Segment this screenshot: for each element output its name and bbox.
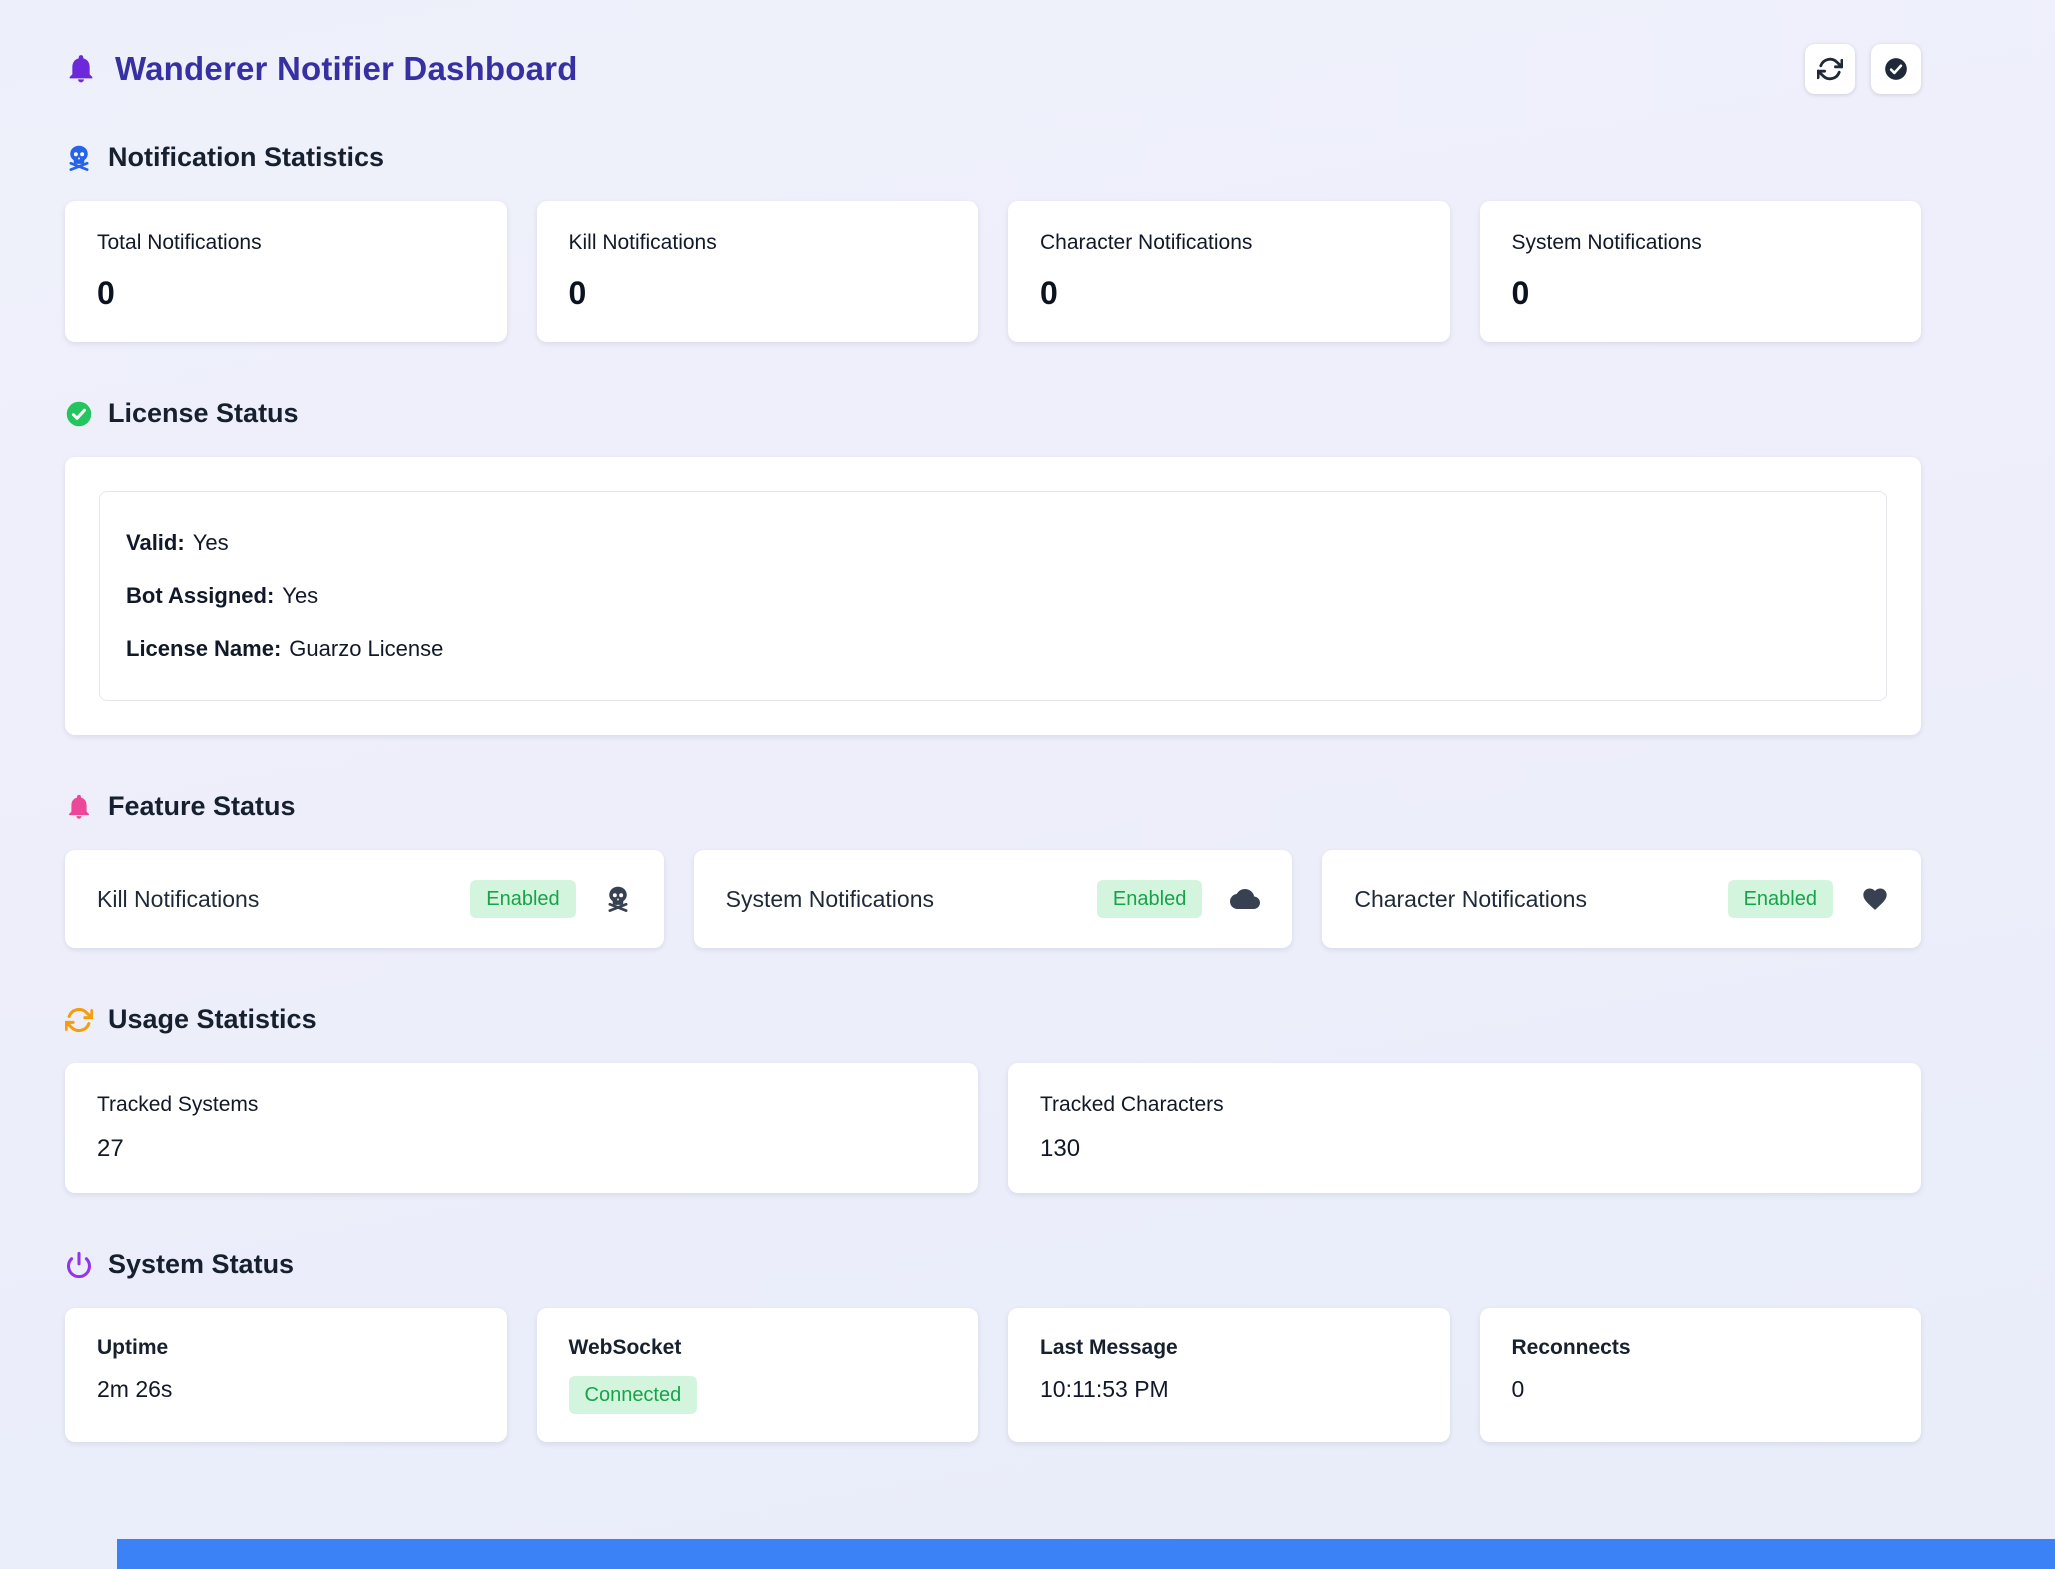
- status-badge: Enabled: [1097, 880, 1202, 918]
- usage-card-label: Tracked Characters: [1040, 1093, 1889, 1117]
- feature-card-label: Kill Notifications: [97, 886, 259, 913]
- usage-card-systems: Tracked Systems 27: [65, 1063, 978, 1193]
- section-notification-statistics: Notification Statistics Total Notificati…: [65, 142, 1921, 342]
- section-title: License Status: [65, 398, 1921, 429]
- refresh-icon: [1817, 56, 1843, 82]
- feature-card-right: Enabled: [1097, 880, 1260, 918]
- section-title-text: Notification Statistics: [108, 142, 384, 173]
- check-circle-icon: [65, 400, 93, 428]
- stat-card-character: Character Notifications 0: [1008, 201, 1450, 342]
- header-actions: [1805, 44, 1921, 94]
- license-field-value: Yes: [193, 530, 229, 555]
- page-title: Wanderer Notifier Dashboard: [115, 50, 578, 88]
- usage-card-label: Tracked Systems: [97, 1093, 946, 1117]
- cloud-icon: [1230, 884, 1260, 914]
- feature-card-character: Character Notifications Enabled: [1322, 850, 1921, 948]
- stat-card-label: Kill Notifications: [569, 231, 947, 255]
- section-title-text: License Status: [108, 398, 299, 429]
- feature-card-label: System Notifications: [726, 886, 934, 913]
- system-cards-row: Uptime 2m 26s WebSocket Connected Last M…: [65, 1308, 1921, 1442]
- stat-card-label: System Notifications: [1512, 231, 1890, 255]
- connection-status-badge: Connected: [569, 1376, 698, 1414]
- system-card-websocket: WebSocket Connected: [537, 1308, 979, 1442]
- system-card-label: Last Message: [1040, 1336, 1418, 1360]
- stat-card-value: 0: [97, 275, 475, 312]
- status-badge: Enabled: [1728, 880, 1833, 918]
- bell-icon: [65, 793, 93, 821]
- system-card-label: WebSocket: [569, 1336, 947, 1360]
- section-title: Feature Status: [65, 791, 1921, 822]
- header-left: Wanderer Notifier Dashboard: [65, 50, 578, 88]
- dashboard-page: Wanderer Notifier Dashboard Notification…: [0, 0, 2055, 1442]
- section-title: System Status: [65, 1249, 1921, 1280]
- check-circle-icon: [1883, 56, 1909, 82]
- skull-crossbones-icon: [604, 885, 632, 913]
- stat-card-system: System Notifications 0: [1480, 201, 1922, 342]
- section-title-text: Usage Statistics: [108, 1004, 317, 1035]
- system-card-value: 10:11:53 PM: [1040, 1376, 1418, 1403]
- section-title-text: System Status: [108, 1249, 294, 1280]
- section-system-status: System Status Uptime 2m 26s WebSocket Co…: [65, 1249, 1921, 1442]
- refresh-icon: [65, 1006, 93, 1034]
- stat-card-label: Total Notifications: [97, 231, 475, 255]
- stat-card-value: 0: [1040, 275, 1418, 312]
- status-badge: Enabled: [470, 880, 575, 918]
- system-card-label: Uptime: [97, 1336, 475, 1360]
- feature-card-right: Enabled: [1728, 880, 1889, 918]
- license-field-label: License Name:: [126, 636, 281, 661]
- stat-card-total: Total Notifications 0: [65, 201, 507, 342]
- stat-card-kill: Kill Notifications 0: [537, 201, 979, 342]
- section-title: Notification Statistics: [65, 142, 1921, 173]
- stat-cards-row: Total Notifications 0 Kill Notifications…: [65, 201, 1921, 342]
- usage-cards-row: Tracked Systems 27 Tracked Characters 13…: [65, 1063, 1921, 1193]
- section-title-text: Feature Status: [108, 791, 296, 822]
- license-field-label: Valid:: [126, 530, 185, 555]
- license-details: Valid: Yes Bot Assigned: Yes License Name:…: [99, 491, 1887, 701]
- system-card-uptime: Uptime 2m 26s: [65, 1308, 507, 1442]
- usage-card-characters: Tracked Characters 130: [1008, 1063, 1921, 1193]
- license-card: Valid: Yes Bot Assigned: Yes License Name:…: [65, 457, 1921, 735]
- stat-card-value: 0: [1512, 275, 1890, 312]
- stat-card-label: Character Notifications: [1040, 231, 1418, 255]
- feature-card-right: Enabled: [470, 880, 631, 918]
- license-field-valid: Valid: Yes: [126, 530, 1860, 556]
- section-feature-status: Feature Status Kill Notifications Enable…: [65, 791, 1921, 948]
- system-card-reconnects: Reconnects 0: [1480, 1308, 1922, 1442]
- power-icon: [65, 1251, 93, 1279]
- system-card-label: Reconnects: [1512, 1336, 1890, 1360]
- license-field-value: Guarzo License: [289, 636, 443, 661]
- footer-bar: [117, 1539, 2055, 1569]
- section-usage-statistics: Usage Statistics Tracked Systems 27 Trac…: [65, 1004, 1921, 1193]
- bell-icon: [65, 53, 97, 85]
- stat-card-value: 0: [569, 275, 947, 312]
- skull-crossbones-icon: [65, 144, 93, 172]
- license-field-bot-assigned: Bot Assigned: Yes: [126, 583, 1860, 609]
- refresh-button[interactable]: [1805, 44, 1855, 94]
- license-field-name: License Name: Guarzo License: [126, 636, 1860, 662]
- heart-icon: [1861, 885, 1889, 913]
- feature-card-kill: Kill Notifications Enabled: [65, 850, 664, 948]
- system-card-value: 0: [1512, 1376, 1890, 1403]
- section-license-status: License Status Valid: Yes Bot Assigned: Ye…: [65, 398, 1921, 735]
- usage-card-value: 130: [1040, 1135, 1889, 1163]
- section-title: Usage Statistics: [65, 1004, 1921, 1035]
- confirm-button[interactable]: [1871, 44, 1921, 94]
- license-field-label: Bot Assigned:: [126, 583, 274, 608]
- feature-cards-row: Kill Notifications Enabled System Notifi…: [65, 850, 1921, 948]
- feature-card-label: Character Notifications: [1354, 886, 1587, 913]
- usage-card-value: 27: [97, 1135, 946, 1163]
- feature-card-system: System Notifications Enabled: [694, 850, 1293, 948]
- system-card-last-message: Last Message 10:11:53 PM: [1008, 1308, 1450, 1442]
- license-field-value: Yes: [282, 583, 318, 608]
- system-card-value: 2m 26s: [97, 1376, 475, 1403]
- header: Wanderer Notifier Dashboard: [65, 44, 1921, 94]
